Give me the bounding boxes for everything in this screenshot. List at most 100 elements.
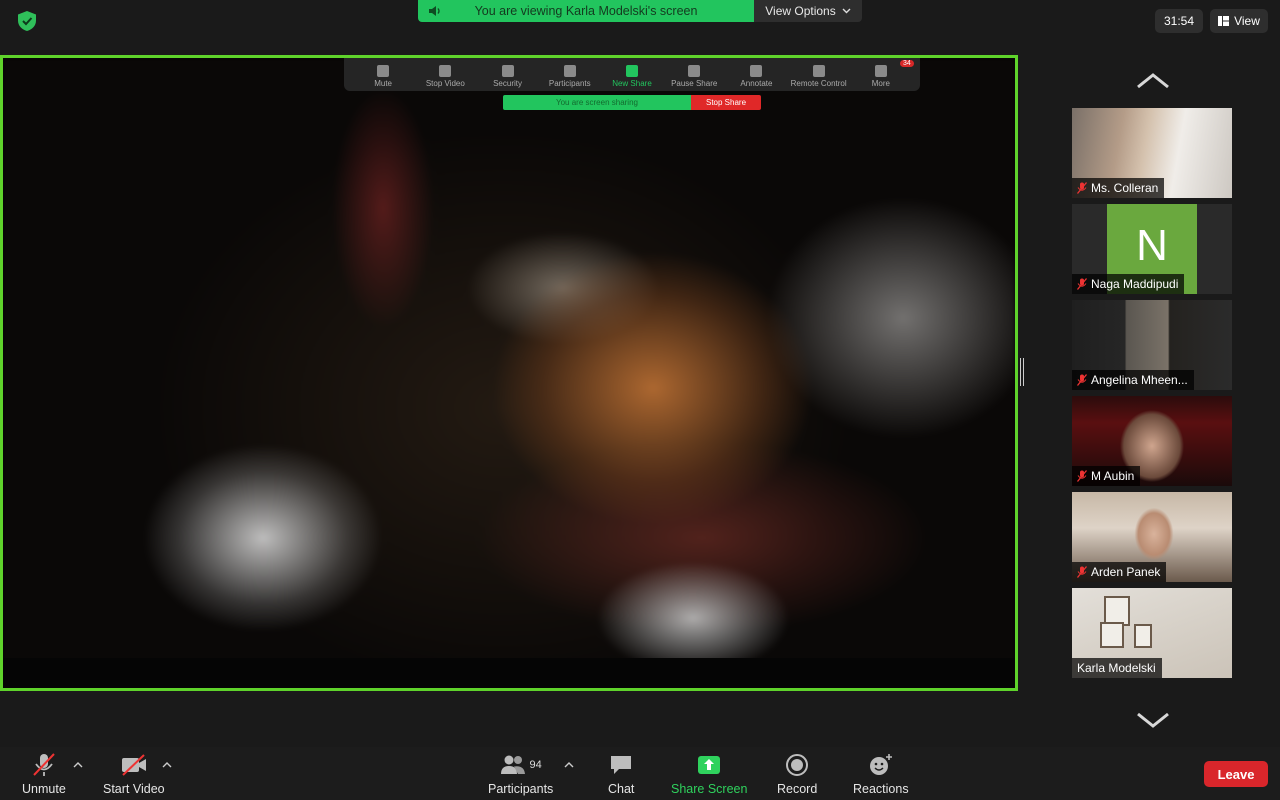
participant-name-tag: Angelina Mheen... (1072, 370, 1194, 390)
participants-button[interactable]: 94 Participants (488, 753, 553, 796)
inner-security-item: Security (476, 65, 538, 88)
share-screen-button[interactable]: Share Screen (671, 753, 747, 796)
shield-icon (501, 65, 514, 77)
inner-meeting-toolbar: Mute Stop Video Security Participants Ne… (344, 58, 920, 91)
chevron-down-icon (842, 8, 851, 14)
view-label: View (1234, 14, 1260, 28)
inner-remote-control-item: Remote Control (788, 65, 850, 88)
wall-picture (1100, 622, 1124, 648)
inner-stop-video-label: Stop Video (425, 79, 465, 88)
inner-participants-item: Participants (539, 65, 601, 88)
participants-count: 94 (529, 759, 542, 771)
meeting-toolbar (0, 747, 1280, 800)
chevron-up-icon[interactable] (1136, 72, 1170, 90)
participant-name-tag: Naga Maddipudi (1072, 274, 1185, 294)
participant-name: Karla Modelski (1077, 661, 1156, 675)
participant-name: Arden Panek (1091, 565, 1161, 579)
chat-bubble-icon (611, 756, 632, 774)
chevron-up-icon[interactable] (564, 761, 574, 769)
people-icon (563, 65, 576, 77)
inner-more-label: More (871, 79, 890, 88)
inner-sharing-text: You are screen sharing (503, 95, 691, 110)
inner-more-badge: 34 (900, 60, 914, 67)
participant-name-tag: Arden Panek (1072, 562, 1167, 582)
inner-security-label: Security (493, 79, 522, 88)
chevron-down-icon[interactable] (1136, 711, 1170, 729)
record-label: Record (777, 782, 818, 796)
participant-tile-angelina[interactable]: Angelina Mheen... (1072, 300, 1232, 390)
mic-icon (377, 65, 390, 77)
pause-icon (688, 65, 701, 77)
inner-annotate-item: Annotate (725, 65, 787, 88)
mic-muted-icon (33, 753, 55, 776)
mic-muted-icon (1077, 566, 1087, 578)
chat-button[interactable]: Chat (608, 753, 634, 796)
security-shield-icon[interactable] (16, 10, 38, 32)
chat-label: Chat (608, 782, 635, 796)
meeting-timer: 31:54 (1155, 9, 1203, 33)
participant-name-tag: Ms. Colleran (1072, 178, 1165, 198)
record-icon (786, 754, 809, 776)
pencil-icon (750, 65, 763, 77)
reactions-button[interactable]: Reactions (853, 753, 909, 796)
participant-name: Naga Maddipudi (1091, 277, 1179, 291)
inner-stop-share-label: Stop Share (691, 95, 761, 110)
inner-mute-label: Mute (374, 79, 392, 88)
emoji-icon (869, 754, 892, 775)
more-dots-icon (874, 65, 887, 77)
viewing-share-text: You are viewing Karla Modelski's screen (474, 4, 698, 18)
view-button[interactable]: View (1210, 9, 1268, 33)
viewing-share-banner: You are viewing Karla Modelski's screen (418, 0, 754, 22)
inner-sharing-strip: You are screen sharing Stop Share (503, 95, 761, 110)
wall-picture (1134, 624, 1152, 648)
record-button[interactable]: Record (777, 753, 817, 796)
inner-pause-share-item: Pause Share (663, 65, 725, 88)
participant-tile-arden-panek[interactable]: Arden Panek (1072, 492, 1232, 582)
participant-tile-ms-colleran[interactable]: Ms. Colleran (1072, 108, 1232, 198)
shared-screen-view[interactable]: Mute Stop Video Security Participants Ne… (0, 55, 1018, 691)
participant-name: Angelina Mheen... (1091, 373, 1188, 387)
share-screen-label: Share Screen (671, 782, 748, 796)
participant-name-tag: M Aubin (1072, 466, 1141, 486)
mouse-icon (812, 65, 825, 77)
chevron-up-icon[interactable] (162, 761, 172, 769)
mic-muted-icon (1077, 470, 1087, 482)
leave-button[interactable]: Leave (1204, 761, 1268, 787)
participant-tile-karla-modelski[interactable]: Karla Modelski (1072, 588, 1232, 678)
inner-participants-label: Participants (548, 79, 591, 88)
camera-icon (439, 65, 452, 77)
inner-pause-share-label: Pause Share (671, 79, 718, 88)
inner-new-share-label: New Share (612, 79, 652, 88)
start-video-label: Start Video (103, 782, 165, 796)
participant-tile-m-aubin[interactable]: M Aubin (1072, 396, 1232, 486)
mic-muted-icon (1077, 374, 1087, 386)
shared-video-content (3, 58, 1015, 688)
mic-muted-icon (1077, 182, 1087, 194)
share-arrow-icon (625, 65, 638, 77)
video-off-icon (121, 754, 146, 776)
inner-new-share-item: New Share (601, 65, 663, 88)
participant-name: M Aubin (1091, 469, 1135, 483)
reactions-label: Reactions (853, 782, 909, 796)
participants-label: Participants (488, 782, 554, 796)
inner-remote-control-label: Remote Control (790, 79, 847, 88)
participant-name: Ms. Colleran (1091, 181, 1159, 195)
inner-annotate-label: Annotate (740, 79, 773, 88)
share-screen-icon (698, 756, 721, 774)
panel-resize-handle[interactable] (1020, 358, 1024, 386)
participant-tile-naga-maddipudi[interactable]: N Naga Maddipudi (1072, 204, 1232, 294)
unmute-button[interactable]: Unmute (22, 753, 66, 796)
speaker-icon[interactable] (418, 5, 452, 17)
view-options-label: View Options (765, 4, 836, 18)
video-letterbox (3, 658, 1015, 688)
chevron-up-icon[interactable] (73, 761, 83, 769)
start-video-button[interactable]: Start Video (103, 753, 165, 796)
view-options-button[interactable]: View Options (754, 0, 862, 22)
inner-stop-video-item: Stop Video (414, 65, 476, 88)
mic-muted-icon (1077, 278, 1087, 290)
people-icon (500, 755, 525, 774)
participant-name-tag: Karla Modelski (1072, 658, 1162, 678)
inner-more-item: More (850, 65, 912, 88)
grid-view-icon (1218, 16, 1230, 26)
unmute-label: Unmute (22, 782, 66, 796)
